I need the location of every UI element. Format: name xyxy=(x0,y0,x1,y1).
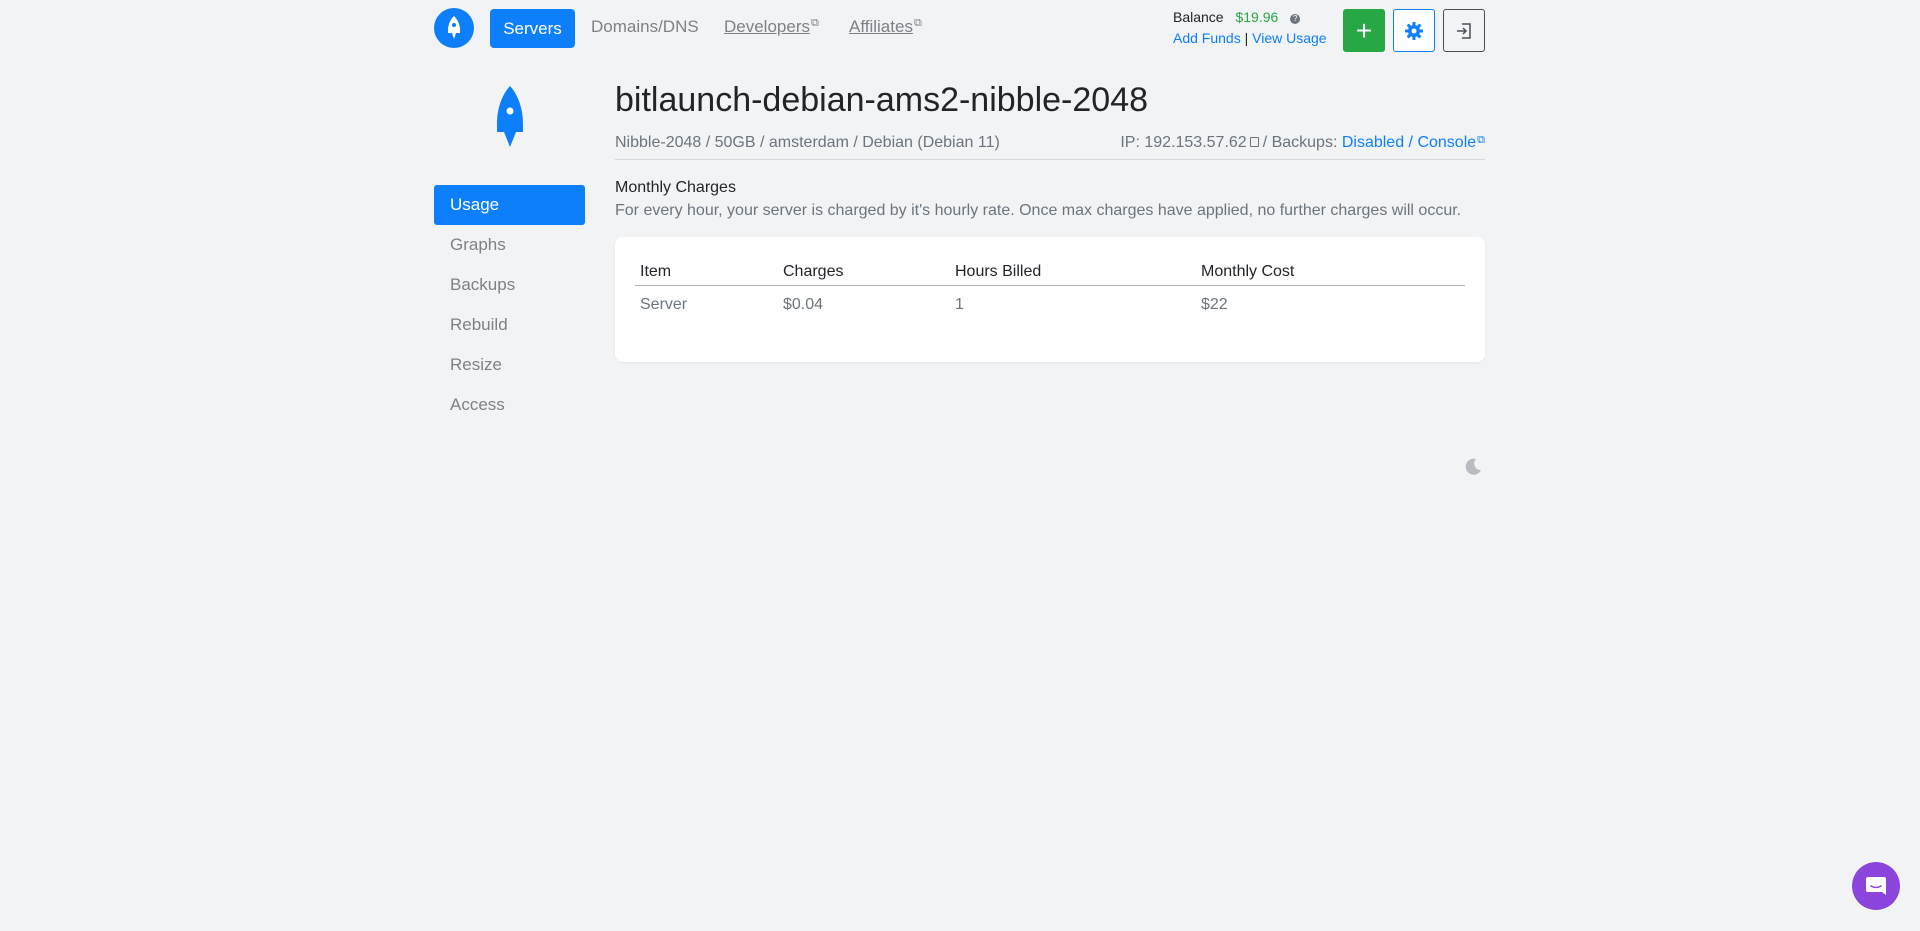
rocket-icon xyxy=(448,16,460,39)
sidebar-item-graphs[interactable]: Graphs xyxy=(434,225,585,265)
table-cell: Server xyxy=(640,296,688,313)
table-cell: 1 xyxy=(955,296,964,313)
charges-table: Item Charges Hours Billed Monthly Cost S… xyxy=(635,257,1465,324)
server-specs: Nibble-2048 / 50GB / amsterdam / Debian … xyxy=(615,134,1000,151)
sidebar-item-rebuild[interactable]: Rebuild xyxy=(434,305,585,345)
plus-icon: + xyxy=(1355,14,1373,46)
balance-amount: $19.96 xyxy=(1235,9,1279,25)
balance-label: Balance xyxy=(1173,9,1224,25)
sidebar-item-backups[interactable]: Backups xyxy=(434,265,585,305)
add-server-button[interactable]: + xyxy=(1343,9,1385,52)
table-cell: $0.04 xyxy=(783,296,824,313)
logout-icon xyxy=(1457,22,1471,39)
table-cell: $22 xyxy=(1201,296,1228,313)
copy-icon[interactable] xyxy=(1249,137,1259,147)
view-usage-link[interactable]: View Usage xyxy=(1252,30,1326,46)
external-link-icon: ⧉ xyxy=(913,17,922,29)
external-link-icon: ⧉ xyxy=(1477,134,1485,146)
server-rocket-icon xyxy=(486,84,534,153)
gear-icon xyxy=(1405,21,1423,40)
table-header-row: Item Charges Hours Billed Monthly Cost xyxy=(635,257,1465,286)
nav-servers[interactable]: Servers xyxy=(490,9,575,48)
balance-display: Balance $19.96 ? xyxy=(1173,9,1301,25)
link-separator: | xyxy=(1244,30,1249,46)
section-description: For every hour, your server is charged b… xyxy=(615,202,1462,219)
add-funds-link[interactable]: Add Funds xyxy=(1173,30,1241,46)
logout-button[interactable] xyxy=(1443,9,1485,52)
main-content: bitlaunch-debian-ams2-nibble-2048 Nibble… xyxy=(615,78,1485,362)
backups-console-link[interactable]: Disabled / Console⧉ xyxy=(1342,134,1485,151)
nav-developers[interactable]: Developers⧉ xyxy=(724,17,819,37)
sidebar-item-usage[interactable]: Usage xyxy=(434,185,585,225)
chat-icon xyxy=(1866,877,1886,895)
balance-links: Add Funds | View Usage xyxy=(1173,30,1327,46)
server-sidebar: Usage Graphs Backups Rebuild Resize Acce… xyxy=(434,185,585,425)
server-ip: IP: 192.153.57.62 xyxy=(1120,134,1247,151)
external-link-icon: ⧉ xyxy=(811,17,819,29)
column-header: Charges xyxy=(778,257,950,286)
column-header: Item xyxy=(635,257,778,286)
nav-affiliates[interactable]: Affiliates⧉ xyxy=(849,17,922,37)
server-meta: Nibble-2048 / 50GB / amsterdam / Debian … xyxy=(615,130,1485,160)
column-header: Monthly Cost xyxy=(1196,257,1465,286)
column-header: Hours Billed xyxy=(950,257,1196,286)
top-navbar: Servers Domains/DNS Developers⧉ Affiliat… xyxy=(434,0,1485,60)
sidebar-item-access[interactable]: Access xyxy=(434,385,585,425)
section-title: Monthly Charges xyxy=(615,179,736,196)
chat-launcher[interactable] xyxy=(1852,862,1900,910)
table-row: Server $0.04 1 $22 xyxy=(635,286,1465,325)
info-icon[interactable]: ? xyxy=(1290,14,1301,24)
server-name: bitlaunch-debian-ams2-nibble-2048 xyxy=(615,81,1149,119)
settings-button[interactable] xyxy=(1393,9,1435,52)
nav-domains-dns[interactable]: Domains/DNS xyxy=(591,17,699,37)
backups-label: / Backups: xyxy=(1262,134,1338,151)
sidebar-item-resize[interactable]: Resize xyxy=(434,345,585,385)
brand-logo[interactable] xyxy=(434,8,474,48)
charges-card: Item Charges Hours Billed Monthly Cost S… xyxy=(615,237,1485,362)
moon-icon xyxy=(1465,458,1481,475)
dark-mode-toggle[interactable] xyxy=(1463,457,1483,477)
server-network: IP: 192.153.57.62 / Backups: Disabled / C… xyxy=(1120,134,1485,152)
rocket-icon xyxy=(497,86,523,147)
